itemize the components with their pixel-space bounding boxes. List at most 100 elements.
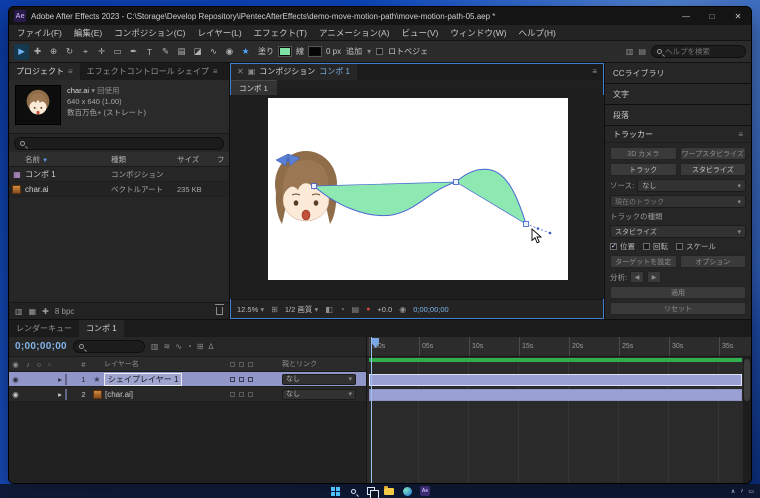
tracker-button[interactable]: 3D カメラ: [610, 147, 677, 160]
tool-button[interactable]: ↻: [62, 44, 77, 60]
layer-visibility-icon[interactable]: ◉: [9, 375, 22, 384]
comp-timecode[interactable]: 0;00;00;00: [413, 305, 448, 314]
taskbar-search-button[interactable]: [348, 486, 358, 496]
stroke-width-value[interactable]: 0 px: [326, 47, 341, 56]
tracker-button[interactable]: トラック: [610, 163, 677, 176]
analyze-backward-button[interactable]: ◀: [630, 271, 645, 283]
workspace-icon-b[interactable]: ▤: [638, 47, 646, 56]
rotobezier-checkbox[interactable]: [376, 48, 384, 55]
composition-canvas[interactable]: [268, 98, 568, 280]
tracker-checkbox[interactable]: 回転: [643, 241, 668, 252]
timeline-tab[interactable]: レンダーキュー: [9, 320, 79, 337]
close-button[interactable]: ✕: [725, 7, 751, 25]
tool-button[interactable]: ▶: [14, 43, 29, 60]
after-effects-taskbar-button[interactable]: Ae: [420, 486, 430, 496]
tool-button[interactable]: T: [142, 44, 157, 60]
panel-menu-icon[interactable]: ≡: [738, 130, 743, 139]
project-item-row[interactable]: char.ai ベクトルアート 235 KB: [9, 182, 229, 197]
tool-button[interactable]: ⌖: [78, 44, 93, 60]
layer-row[interactable]: ◉ ▸ 2 [char.ai] なし ▾: [9, 387, 366, 402]
source-select[interactable]: なし ▾: [637, 179, 746, 192]
tool-button[interactable]: ★: [238, 44, 253, 60]
tool-button[interactable]: ◪: [190, 44, 205, 60]
scrollbar-thumb[interactable]: [744, 359, 750, 401]
collapsed-panel-header[interactable]: 文字: [605, 84, 751, 104]
layer-switches[interactable]: [226, 376, 282, 382]
menu-item[interactable]: アニメーション(A): [313, 25, 396, 41]
project-bit-depth[interactable]: 8 bpc: [55, 307, 75, 316]
path-vertex-square[interactable]: [523, 221, 529, 227]
apply-button[interactable]: 適用: [610, 286, 746, 299]
start-button[interactable]: [330, 486, 340, 496]
tool-button[interactable]: ✎: [158, 44, 173, 60]
project-search-input[interactable]: [28, 138, 103, 148]
timeline-search-box[interactable]: [72, 340, 145, 353]
tool-button[interactable]: ✛: [94, 44, 109, 60]
current-time-indicator[interactable]: [371, 337, 379, 483]
panel-menu-icon[interactable]: ≡: [585, 63, 604, 80]
parent-link-select[interactable]: なし ▾: [282, 388, 356, 400]
parent-link-select[interactable]: なし ▾: [282, 373, 356, 385]
tracker-button[interactable]: ワープスタビライズ: [679, 147, 746, 160]
layer-name[interactable]: [char.ai]: [104, 390, 226, 399]
column-extra[interactable]: フ: [217, 154, 229, 165]
project-item-row[interactable]: ▦ コンポ 1 コンポジション: [9, 167, 229, 182]
tool-button[interactable]: ▭: [110, 44, 125, 60]
composition-viewer[interactable]: [230, 95, 604, 299]
layer-name[interactable]: シェイプレイヤー 1: [104, 372, 183, 386]
menu-item[interactable]: エフェクト(T): [248, 25, 313, 41]
panel-tab[interactable]: エフェクトコントロール シェイプ ≡: [80, 63, 225, 80]
workspace-icon-a[interactable]: ▥: [626, 47, 634, 56]
close-tab-icon[interactable]: ✕: [237, 67, 244, 76]
menu-item[interactable]: ファイル(F): [11, 25, 68, 41]
tracker-checkbox[interactable]: 位置: [610, 241, 635, 252]
timeline-search-input[interactable]: [86, 342, 137, 351]
timeline-tab[interactable]: コンポ 1: [79, 320, 124, 337]
current-time-display[interactable]: 0;00;00;00: [15, 341, 67, 352]
tray-network-icon[interactable]: ▭: [748, 488, 754, 495]
edge-button[interactable]: [402, 486, 412, 496]
lock-icon[interactable]: ▣: [248, 67, 256, 76]
resolution-select[interactable]: 1/2 画質 ▾: [285, 304, 318, 315]
analyze-forward-button[interactable]: ▶: [647, 271, 662, 283]
layer-duration-bar[interactable]: [369, 374, 742, 386]
add-dropdown-icon[interactable]: ▾: [367, 47, 371, 56]
project-search-box[interactable]: [14, 136, 224, 150]
lock-column-icon[interactable]: ▫: [44, 360, 55, 369]
reset-button[interactable]: リセット: [610, 302, 746, 315]
stroke-color-swatch[interactable]: [308, 46, 322, 57]
tool-button[interactable]: ▤: [174, 44, 189, 60]
snapshot-camera-icon[interactable]: ◉: [399, 305, 406, 314]
channel-icon[interactable]: ▤: [352, 305, 360, 314]
draft3d-icon[interactable]: ≋: [163, 342, 170, 351]
column-name[interactable]: 名前 ▼: [25, 154, 111, 165]
footage-dropdown-icon[interactable]: ▾: [91, 86, 95, 95]
tool-button[interactable]: ◉: [222, 44, 237, 60]
fill-color-swatch[interactable]: [278, 46, 292, 57]
panel-menu-icon[interactable]: ≡: [213, 67, 218, 76]
help-search-input[interactable]: [665, 47, 740, 56]
interpret-footage-icon[interactable]: ▥: [15, 307, 23, 316]
region-of-interest-icon[interactable]: ◔: [340, 305, 345, 314]
exposure-icon[interactable]: ●: [366, 306, 370, 313]
menu-item[interactable]: コンポジション(C): [108, 25, 191, 41]
new-folder-icon[interactable]: ▦: [29, 307, 37, 316]
maximize-button[interactable]: □: [699, 7, 725, 25]
bezier-handle-dot[interactable]: [548, 231, 552, 235]
minimize-button[interactable]: —: [673, 7, 699, 25]
zoom-level[interactable]: 12.5% ▾: [237, 305, 264, 314]
grid-guides-icon[interactable]: ⊞: [271, 305, 278, 314]
layer-row[interactable]: ◉ ▸ 1 ★ シェイプレイヤー 1 なし ▾: [9, 372, 366, 387]
solo-column-icon[interactable]: ○: [34, 360, 44, 369]
expander-icon[interactable]: ▸: [55, 375, 65, 384]
comp-mini-tab[interactable]: コンポ 1: [230, 80, 277, 95]
tool-button[interactable]: ∿: [206, 44, 221, 60]
tool-button[interactable]: ⊕: [46, 44, 61, 60]
tool-button[interactable]: ✒: [126, 44, 141, 60]
new-composition-icon[interactable]: ✚: [42, 307, 49, 316]
tool-button[interactable]: ✚: [30, 44, 45, 60]
layer-name-column-header[interactable]: レイヤー名: [104, 359, 226, 369]
menu-item[interactable]: レイヤー(L): [192, 25, 248, 41]
exposure-value[interactable]: +0.0: [377, 305, 392, 314]
motion-path-shape[interactable]: [311, 168, 552, 235]
